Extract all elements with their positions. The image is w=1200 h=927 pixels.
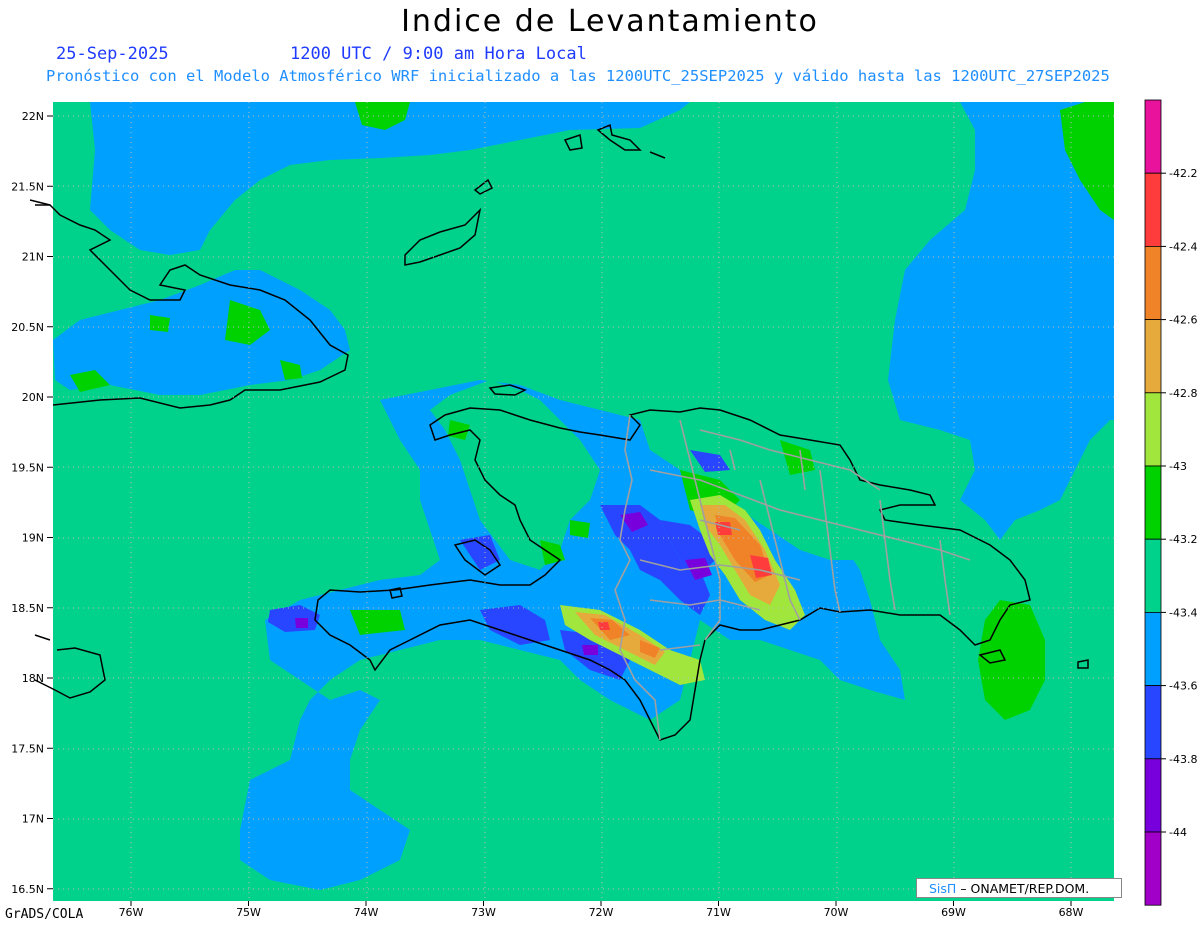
lon-tick-label: 71W: [706, 906, 731, 919]
longitude-axis: 76W 75W 74W 73W 72W 71W 70W 69W 68W: [119, 901, 1084, 919]
colorbar-swatch: [1144, 172, 1162, 247]
lon-tick-label: 74W: [354, 906, 379, 919]
lon-tick-label: 75W: [236, 906, 261, 919]
lat-tick-label: 19.5N: [11, 461, 44, 474]
colorbar-label: -43: [1169, 460, 1187, 473]
colorbar-label: -43.8: [1169, 753, 1197, 766]
colorbar-swatch: [1144, 758, 1162, 833]
lat-tick-label: 17.5N: [11, 742, 44, 755]
lon-tick-label: 68W: [1059, 906, 1084, 919]
lon-tick-label: 69W: [941, 906, 966, 919]
colorbar-swatch: [1144, 99, 1162, 174]
colorbar-swatch: [1144, 319, 1162, 394]
lat-tick-label: 17N: [22, 813, 44, 826]
colorbar-swatch: [1144, 465, 1162, 540]
credit-text: – ONAMET/REP.DOM.: [960, 881, 1090, 896]
colorbar-label: -43.6: [1169, 680, 1197, 693]
colorbar-swatch: [1144, 685, 1162, 760]
lon-tick-label: 76W: [119, 906, 144, 919]
lat-tick-label: 18.5N: [11, 602, 44, 615]
colorbar-label: -43.4: [1169, 606, 1197, 619]
lifted-index-map: 22N 21.5N 21N 20.5N 20N 19.5N 19N 18.5N 18N 17.5N…: [11, 99, 1197, 919]
lat-tick-label: 16.5N: [11, 883, 44, 896]
lon-tick-label: 70W: [824, 906, 849, 919]
credit-box: SisΠ – ONAMET/REP.DOM.: [916, 878, 1122, 898]
colorbar-label: -42.6: [1169, 314, 1197, 327]
colorbar-label: -42.8: [1169, 387, 1197, 400]
lat-tick-label: 19N: [22, 532, 44, 545]
lon-tick-label: 72W: [589, 906, 614, 919]
colorbar-swatch: [1144, 612, 1162, 687]
colorbar-label: -42.4: [1169, 240, 1197, 253]
latitude-axis: 22N 21.5N 21N 20.5N 20N 19.5N 19N 18.5N 18N 17.5N…: [11, 110, 53, 896]
colorbar-label: -44: [1169, 826, 1187, 839]
colorbar-label: -43.2: [1169, 533, 1197, 546]
credit-brand: SisΠ: [929, 881, 957, 896]
grads-cola-label: GrADS/COLA: [5, 907, 84, 922]
lat-tick-label: 18N: [22, 672, 44, 685]
colorbar-label: -42.2: [1169, 167, 1197, 180]
colorbar-swatch: [1144, 392, 1162, 467]
colorbar-swatch: [1144, 831, 1162, 906]
colorbar-swatch: [1144, 538, 1162, 613]
lat-tick-label: 20.5N: [11, 321, 44, 334]
lat-tick-label: 21N: [22, 251, 44, 264]
colorbar: -42.2 -42.4 -42.6 -42.8 -43 -43.2 -43.4 -43.6 -4…: [1144, 99, 1197, 906]
lon-tick-label: 73W: [471, 906, 496, 919]
lat-tick-label: 22N: [22, 110, 44, 123]
lat-tick-label: 21.5N: [11, 180, 44, 193]
colorbar-swatch: [1144, 245, 1162, 320]
lat-tick-label: 20N: [22, 391, 44, 404]
